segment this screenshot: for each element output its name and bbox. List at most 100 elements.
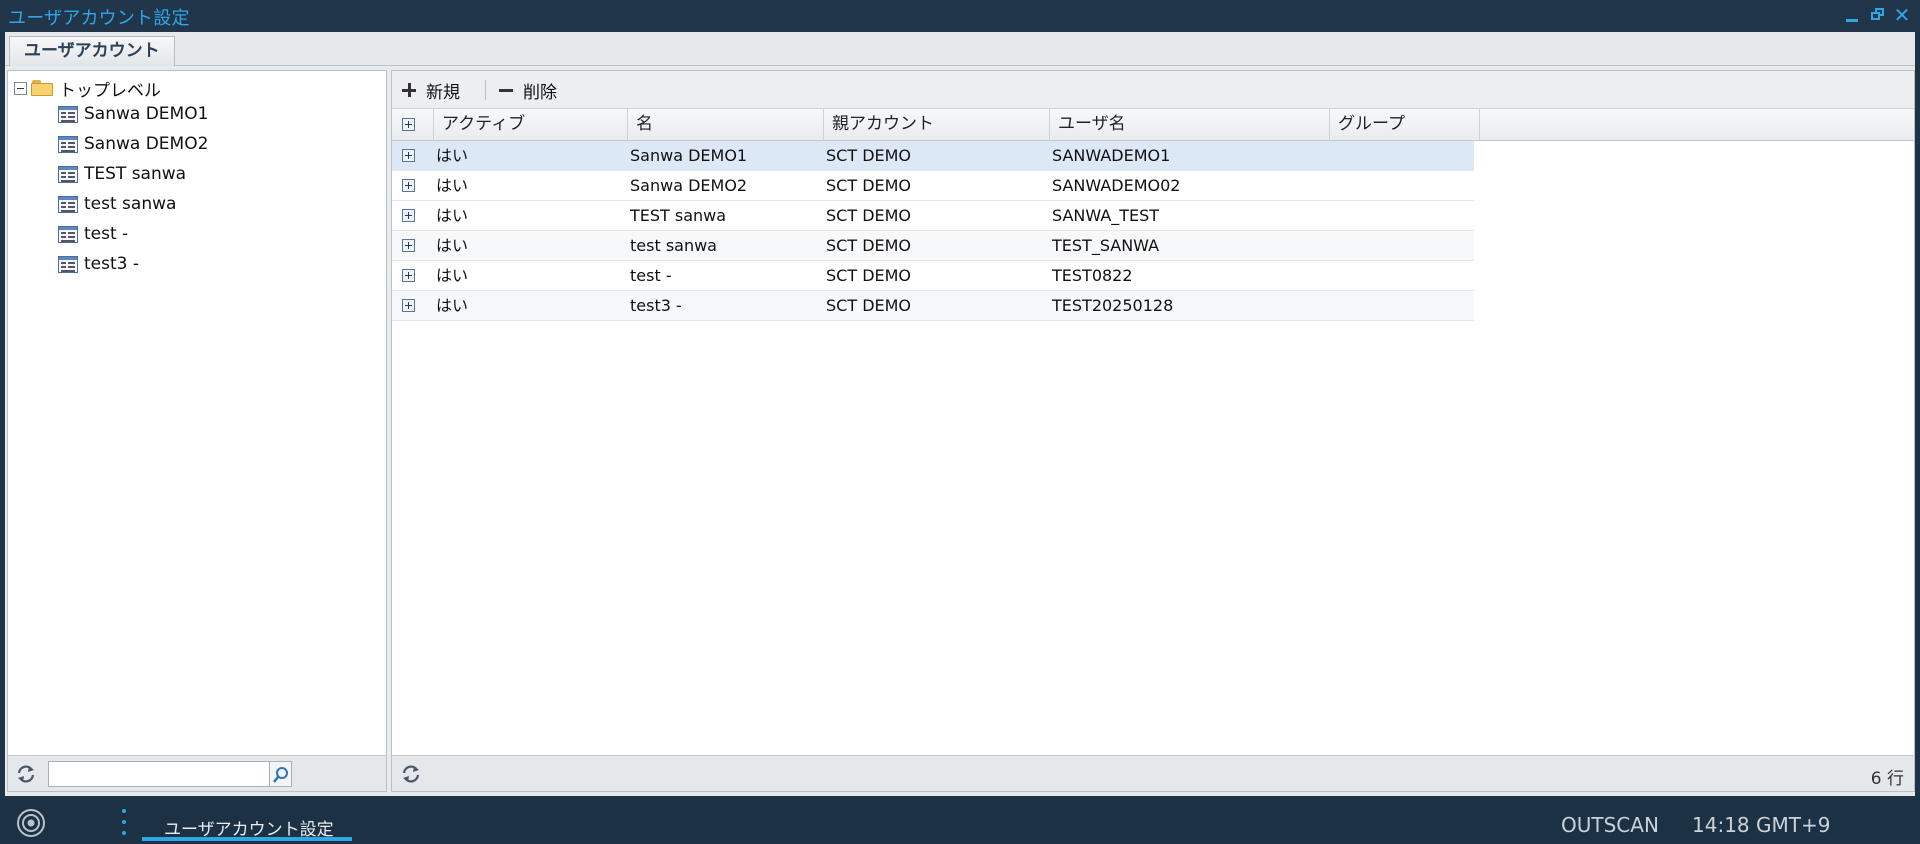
cell-group (1326, 261, 1332, 291)
account-icon (58, 135, 78, 153)
account-icon (58, 165, 78, 183)
column-header-active[interactable]: アクティブ (434, 109, 628, 141)
cell-name: Sanwa DEMO2 (630, 176, 748, 195)
row-expand-icon[interactable] (402, 149, 415, 162)
cell-username: TEST20250128 (1052, 296, 1174, 315)
tree-item-label: test3 - (84, 254, 140, 274)
taskbar-item-user-account-settings[interactable]: ユーザアカウント設定 (142, 799, 352, 841)
tree-item[interactable]: test - (58, 221, 128, 247)
row-expand-icon[interactable] (402, 299, 415, 312)
tree-item-label: test sanwa (84, 194, 177, 214)
window-content: ユーザアカウント トップレベル Sanwa DEMO1 Sanwa DEMO2 … (5, 32, 1915, 796)
cell-group (1326, 291, 1332, 321)
column-header-parent-account[interactable]: 親アカウント (824, 109, 1050, 141)
account-icon (58, 225, 78, 243)
cell-parent: SCT DEMO (826, 236, 912, 255)
clock: 14:18 GMT+9 (1692, 813, 1831, 837)
delete-button-label: 削除 (523, 82, 557, 103)
cell-username: SANWADEMO1 (1052, 146, 1171, 165)
cell-username: TEST0822 (1052, 266, 1133, 285)
taskbar: ユーザアカウント設定 OUTSCAN 14:18 GMT+9 (0, 799, 1920, 844)
grid-footer: 6 行 (392, 755, 1914, 791)
refresh-icon[interactable] (400, 763, 422, 785)
window-title: ユーザアカウント設定 (8, 8, 190, 29)
tree-search-input[interactable] (48, 761, 270, 787)
new-button[interactable]: 新規 (402, 77, 460, 103)
new-button-label: 新規 (426, 82, 460, 103)
cell-parent: SCT DEMO (826, 176, 912, 195)
tree-root-node[interactable]: トップレベル (14, 75, 161, 101)
cell-name: test sanwa (630, 236, 717, 255)
cell-name: test - (630, 266, 672, 285)
folder-icon (31, 80, 53, 96)
cell-name: test3 - (630, 296, 682, 315)
grid-toolbar: 新規 削除 (392, 71, 1914, 109)
close-icon[interactable]: ✕ (1892, 4, 1912, 26)
cell-group (1326, 141, 1332, 171)
cell-name: TEST sanwa (630, 206, 727, 225)
tree-item-label: test - (84, 224, 129, 244)
table-row[interactable]: はい test3 - SCT DEMO TEST20250128 (392, 291, 1474, 321)
title-bar: ユーザアカウント設定 ✕ (0, 0, 1920, 32)
target-logo-icon[interactable] (16, 808, 46, 838)
column-header-username[interactable]: ユーザ名 (1050, 109, 1330, 141)
restore-icon[interactable] (1868, 4, 1888, 26)
table-row[interactable]: はい Sanwa DEMO2 SCT DEMO SANWADEMO02 (392, 171, 1474, 201)
account-icon (58, 195, 78, 213)
table-row[interactable]: はい Sanwa DEMO1 SCT DEMO SANWADEMO1 (392, 141, 1474, 171)
cell-parent: SCT DEMO (826, 146, 912, 165)
menu-dots-icon[interactable] (121, 809, 127, 837)
taskbar-item-label: ユーザアカウント設定 (164, 820, 334, 840)
user-account-settings-window: ユーザアカウント設定 ✕ ユーザアカウント トップレベル Sanwa DEMO1… (0, 0, 1920, 799)
tab-bar: ユーザアカウント (5, 32, 1915, 66)
cell-group (1326, 201, 1332, 231)
row-expand-icon[interactable] (402, 209, 415, 222)
tree-item[interactable]: Sanwa DEMO1 (58, 101, 208, 127)
cell-username: SANWADEMO02 (1052, 176, 1181, 195)
table-row[interactable]: はい TEST sanwa SCT DEMO SANWA_TEST (392, 201, 1474, 231)
toolbar-divider (485, 80, 486, 100)
cell-username: SANWA_TEST (1052, 206, 1160, 225)
refresh-icon[interactable] (15, 763, 37, 785)
tree-item[interactable]: Sanwa DEMO2 (58, 131, 208, 157)
delete-button[interactable]: 削除 (499, 77, 557, 103)
cell-group (1326, 231, 1332, 261)
tree-item-label: Sanwa DEMO2 (84, 134, 209, 154)
minimize-icon[interactable] (1842, 4, 1862, 26)
table-row[interactable]: はい test - SCT DEMO TEST0822 (392, 261, 1474, 291)
row-count: 6 行 (1870, 769, 1904, 789)
table-row[interactable]: はい test sanwa SCT DEMO TEST_SANWA (392, 231, 1474, 261)
status-label: OUTSCAN (1561, 813, 1659, 837)
collapse-icon[interactable] (14, 81, 27, 95)
row-expand-icon[interactable] (402, 239, 415, 252)
cell-group (1326, 171, 1332, 201)
cell-active: はい (436, 296, 469, 315)
column-header-name[interactable]: 名 (628, 109, 824, 141)
tree-root-label: トップレベル (59, 80, 161, 101)
column-header-group[interactable]: グループ (1330, 109, 1480, 141)
expand-all-header[interactable] (392, 109, 434, 141)
tree-item[interactable]: test sanwa (58, 191, 176, 217)
tree-item-label: Sanwa DEMO1 (84, 104, 209, 124)
cell-username: TEST_SANWA (1052, 236, 1160, 255)
account-tree-panel: トップレベル Sanwa DEMO1 Sanwa DEMO2 TEST sanw… (7, 70, 387, 792)
plus-icon (402, 83, 416, 97)
row-expand-icon[interactable] (402, 179, 415, 192)
cell-name: Sanwa DEMO1 (630, 146, 748, 165)
cell-parent: SCT DEMO (826, 296, 912, 315)
cell-active: はい (436, 266, 469, 285)
cell-parent: SCT DEMO (826, 206, 912, 225)
tab-user-accounts[interactable]: ユーザアカウント (9, 36, 175, 66)
account-icon (58, 255, 78, 273)
expand-all-icon[interactable] (402, 118, 415, 131)
search-button[interactable] (270, 761, 292, 787)
account-icon (58, 105, 78, 123)
row-expand-icon[interactable] (402, 269, 415, 282)
cell-active: はい (436, 236, 469, 255)
cell-active: はい (436, 176, 469, 195)
cell-active: はい (436, 146, 469, 165)
cell-active: はい (436, 206, 469, 225)
tree-item[interactable]: TEST sanwa (58, 161, 186, 187)
tree-footer (8, 755, 386, 791)
tree-item[interactable]: test3 - (58, 251, 139, 277)
